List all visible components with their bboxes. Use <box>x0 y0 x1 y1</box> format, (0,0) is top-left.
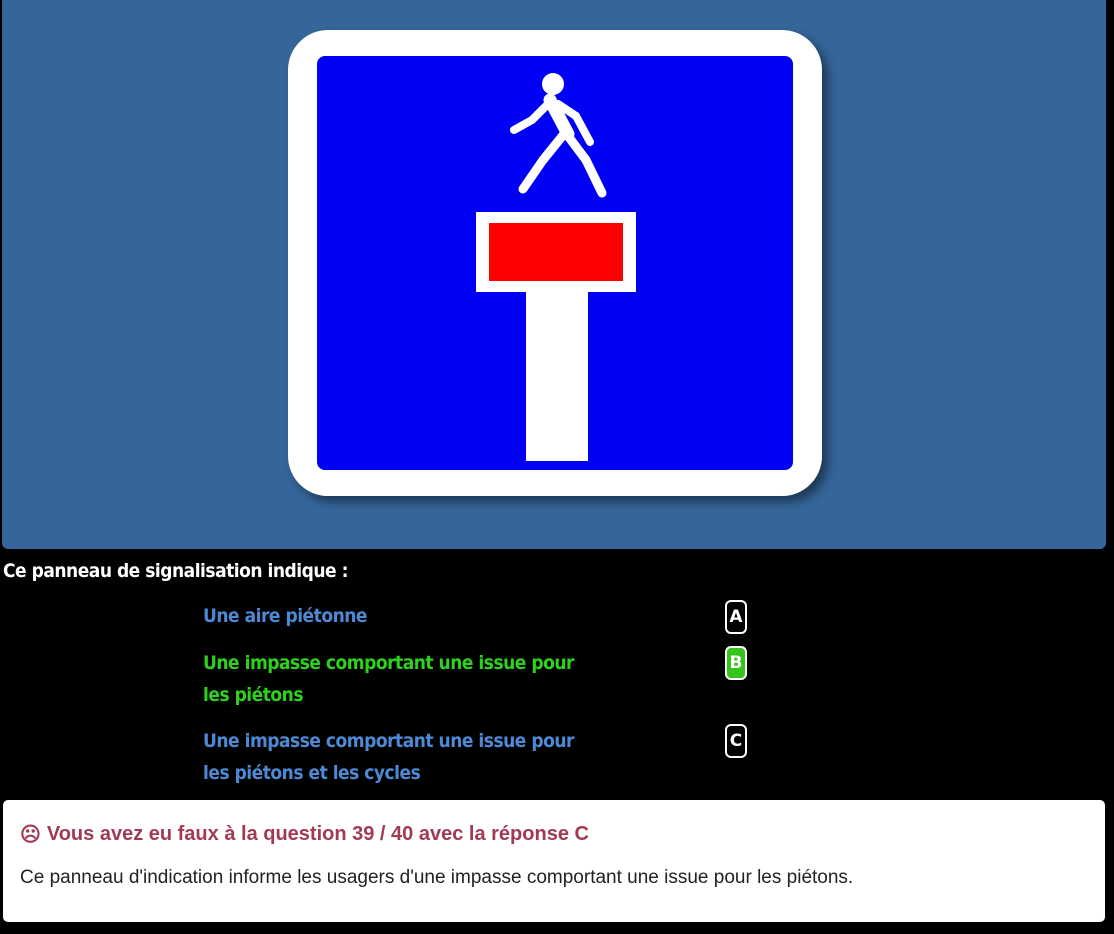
sad-face-icon: ☹ <box>20 824 41 846</box>
result-explanation: Ce panneau d'indication informe les usag… <box>20 867 854 888</box>
answer-b-text[interactable]: Une impasse comportant une issue pour le… <box>203 647 583 711</box>
dead-end-pedestrian-sign-image <box>288 30 822 496</box>
answer-c-key-button[interactable]: C <box>725 724 747 758</box>
question-text: Ce panneau de signalisation indique : <box>3 560 348 582</box>
sign-red-bar <box>489 223 623 281</box>
answer-a-key-button[interactable]: A <box>725 600 747 634</box>
result-feedback-box: ☹ Vous avez eu faux à la question 39 / 4… <box>3 800 1105 922</box>
answer-c-text[interactable]: Une impasse comportant une issue pour le… <box>203 725 583 789</box>
sign-road-stem <box>526 285 588 461</box>
answer-a-text[interactable]: Une aire piétonne <box>203 600 583 632</box>
sign-image-panel <box>2 0 1106 549</box>
answer-b-key-button[interactable]: B <box>725 646 747 680</box>
result-title-text: Vous avez eu faux à la question 39 / 40 … <box>46 823 589 845</box>
result-title: ☹ Vous avez eu faux à la question 39 / 4… <box>20 822 589 847</box>
